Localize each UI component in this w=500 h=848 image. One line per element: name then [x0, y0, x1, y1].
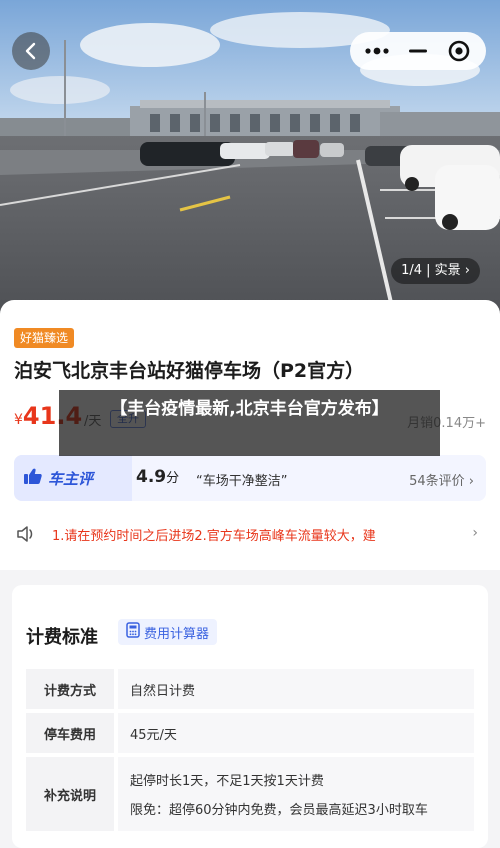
parking-lot-photo[interactable]: 1/4 | 实景 › [0, 0, 500, 320]
chevron-left-icon [22, 42, 40, 60]
row-value: 自然日计费 [118, 669, 474, 709]
back-button[interactable] [12, 32, 50, 70]
featured-badge: 好猫臻选 [14, 328, 75, 348]
billing-title: 计费标准 [26, 627, 98, 648]
chevron-right-icon: › [472, 525, 478, 541]
review-count-link[interactable]: 54条评价 › [409, 470, 474, 489]
fee-calculator-button[interactable]: 费用计算器 [118, 619, 218, 645]
speaker-icon [16, 524, 38, 548]
calculator-icon [126, 622, 140, 642]
headline-overlay: 【丰台疫情最新,北京丰台官方发布】 [59, 390, 440, 456]
target-circle-icon [448, 40, 470, 62]
row-value-text: 起停时长1天，不足1天按1天计费 [130, 774, 324, 789]
more-dots-icon [364, 46, 390, 56]
close-mini-program-button[interactable] [439, 36, 479, 66]
more-button[interactable] [357, 36, 397, 66]
row-value: 45元/天 [118, 713, 474, 753]
row-key: 计费方式 [26, 669, 114, 709]
notice-text: 1.请在预约时间之后进场2.官方车场高峰车流量较大，建 [52, 529, 376, 544]
currency-symbol: ¥ [14, 412, 23, 428]
review-bar[interactable]: 车主评 4.9分 “车场干净整洁” 54条评价 › [14, 455, 486, 501]
parking-detail-page: 1/4 | 实景 › 好猫臻选 泊安飞北京丰台站好猫停车场（P2官方） ¥41.… [0, 0, 500, 848]
mini-program-capsule [350, 32, 486, 70]
review-brand-label: 车主评 [48, 469, 94, 488]
row-key: 补充说明 [26, 757, 114, 831]
rating-unit: 分 [166, 471, 180, 486]
row-value-text: 自然日计费 [130, 683, 196, 699]
minimize-button[interactable] [398, 36, 438, 66]
billing-table: 计费方式 自然日计费 停车费用 45元/天 补充说明 起停时长1天，不足1天按1… [26, 669, 474, 835]
table-row: 停车费用 45元/天 [26, 713, 474, 753]
table-row: 计费方式 自然日计费 [26, 669, 474, 709]
review-quote: “车场干净整洁” [196, 474, 288, 489]
row-key: 停车费用 [26, 713, 114, 753]
rating-score: 4.9分 [136, 467, 179, 487]
row-value: 起停时长1天，不足1天按1天计费 限免：超停60分钟内免费，会员最高延迟3小时取… [118, 757, 474, 831]
photo-counter[interactable]: 1/4 | 实景 › [391, 258, 480, 284]
table-row: 补充说明 起停时长1天，不足1天按1天计费 限免：超停60分钟内免费，会员最高延… [26, 757, 474, 831]
thumbs-up-icon [24, 468, 42, 488]
review-brand: 车主评 [14, 455, 132, 501]
page-title: 泊安飞北京丰台站好猫停车场（P2官方） [14, 360, 365, 382]
billing-card: 计费标准 费用计算器 计费方式 自然日计费 停车费用 45元/天 补充说明 起停… [12, 585, 488, 848]
row-value-text-secondary: 限免：超停60分钟内免费，会员最高延迟3小时取车 [130, 803, 428, 818]
rating-value: 4.9 [136, 467, 167, 487]
minus-icon [408, 49, 427, 53]
notice-bar[interactable]: 1.请在预约时间之后进场2.官方车场高峰车流量较大，建 › [14, 516, 486, 552]
fee-calculator-label: 费用计算器 [144, 626, 210, 642]
row-value-text: 45元/天 [130, 727, 177, 743]
